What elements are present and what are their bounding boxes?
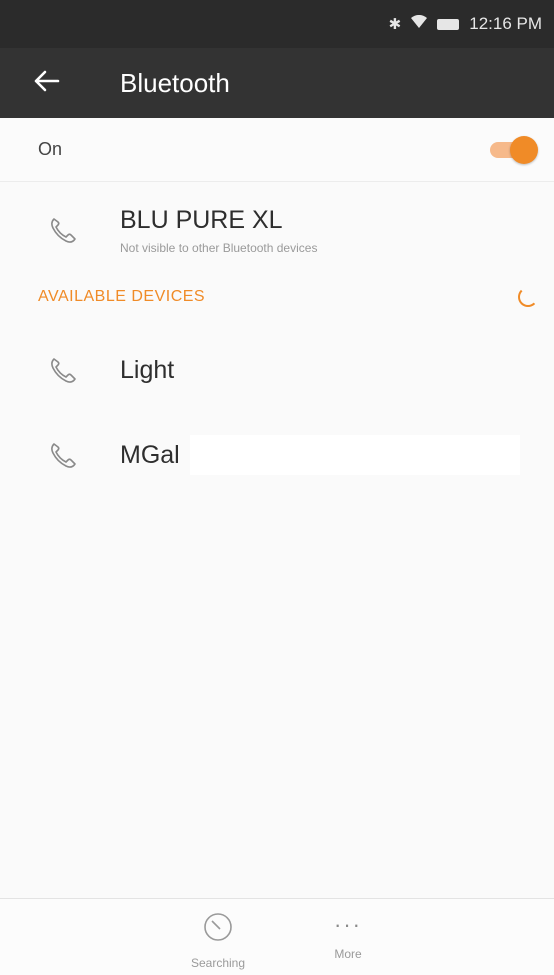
device-name: MGal [120, 440, 180, 469]
bluetooth-settings-screen: ✱ 12:16 PM Bluetooth On BLU PURE XL Not … [0, 0, 554, 975]
refresh-label: Searching [190, 956, 246, 970]
device-name: Light [120, 355, 175, 384]
available-devices-header: AVAILABLE DEVICES [0, 280, 554, 314]
status-time: 12:16 PM [469, 14, 542, 33]
bottom-action-bar: Searching ··· More [0, 898, 554, 975]
toggle-thumb [510, 135, 538, 164]
more-dots-icon: ··· [334, 912, 362, 937]
phone-icon [0, 355, 120, 385]
more-label: More [334, 947, 362, 961]
app-bar: Bluetooth [0, 48, 554, 118]
paired-device-text: BLU PURE XL Not visible to other Bluetoo… [120, 206, 317, 255]
device-visibility-status: Not visible to other Bluetooth devices [120, 240, 318, 255]
wifi-icon [411, 14, 428, 33]
more-button[interactable]: ··· More [293, 911, 403, 973]
redaction-mask [190, 435, 520, 475]
available-device-row[interactable]: MGal [0, 415, 554, 495]
toggle-label: On [38, 139, 63, 159]
back-button[interactable] [0, 48, 100, 118]
device-name: BLU PURE XL [120, 205, 283, 234]
bluetooth-status-icon: ✱ [388, 16, 402, 33]
available-device-row[interactable]: Light [0, 330, 554, 410]
bluetooth-toggle-row[interactable]: On [0, 118, 554, 182]
phone-icon [0, 215, 120, 245]
section-title: AVAILABLE DEVICES [38, 288, 206, 305]
status-bar: ✱ 12:16 PM [0, 0, 554, 48]
paired-device-row[interactable]: BLU PURE XL Not visible to other Bluetoo… [0, 190, 554, 270]
back-arrow-icon [34, 70, 60, 97]
page-title: Bluetooth [120, 67, 230, 98]
loading-spinner-icon [518, 287, 538, 307]
battery-icon [437, 18, 460, 30]
refresh-icon [202, 911, 234, 948]
phone-icon [0, 440, 120, 470]
refresh-button[interactable]: Searching [163, 911, 273, 973]
bluetooth-toggle-switch[interactable] [488, 134, 538, 166]
